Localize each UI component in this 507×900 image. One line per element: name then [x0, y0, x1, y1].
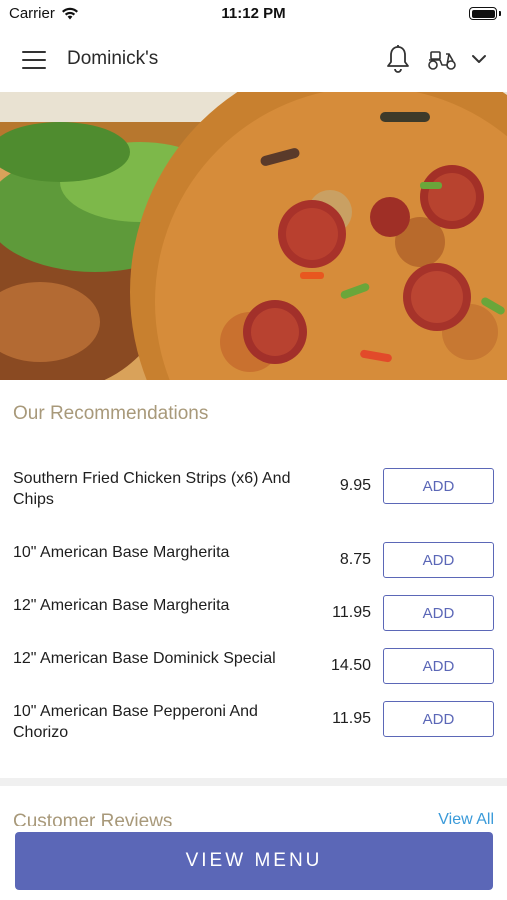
- view-all-link[interactable]: View All: [438, 811, 494, 826]
- add-button[interactable]: ADD: [383, 542, 494, 578]
- item-name: 12" American Base Margherita: [13, 597, 230, 614]
- chevron-down-icon[interactable]: [470, 50, 488, 68]
- status-bar: Carrier 11:12 PM: [0, 0, 507, 28]
- add-button[interactable]: ADD: [383, 648, 494, 684]
- restaurant-title: Dominick's: [67, 48, 159, 69]
- battery-icon: [469, 7, 497, 20]
- item-price: 9.95: [339, 477, 371, 494]
- add-button[interactable]: ADD: [383, 595, 494, 631]
- item-name: Southern Fried Chicken Strips (x6) And C…: [13, 470, 291, 508]
- hero-food-image: [0, 92, 507, 380]
- add-button[interactable]: ADD: [383, 468, 494, 504]
- battery-nub: [499, 11, 501, 16]
- item-price: 8.75: [339, 551, 371, 568]
- item-name: 10" American Base Margherita: [13, 544, 230, 561]
- status-time: 11:12 PM: [221, 5, 286, 22]
- add-button[interactable]: ADD: [383, 701, 494, 737]
- hamburger-menu-icon[interactable]: [22, 51, 46, 69]
- view-menu-button[interactable]: VIEW MENU: [15, 832, 493, 890]
- section-divider: [0, 778, 507, 786]
- customer-reviews-title: Customer Reviews: [13, 811, 173, 826]
- recommendations-title: Our Recommendations: [13, 403, 209, 424]
- bell-icon[interactable]: [384, 44, 412, 74]
- item-price: 11.95: [332, 710, 371, 727]
- item-price: 11.95: [332, 604, 371, 621]
- customer-reviews-header: Customer Reviews View All: [0, 806, 507, 826]
- item-price: 14.50: [330, 657, 371, 674]
- scooter-icon[interactable]: [426, 46, 458, 72]
- app-header: Dominick's: [0, 28, 507, 92]
- item-name: 10" American Base Pepperoni And Chorizo: [13, 703, 258, 741]
- item-name: 12" American Base Dominick Special: [13, 650, 276, 667]
